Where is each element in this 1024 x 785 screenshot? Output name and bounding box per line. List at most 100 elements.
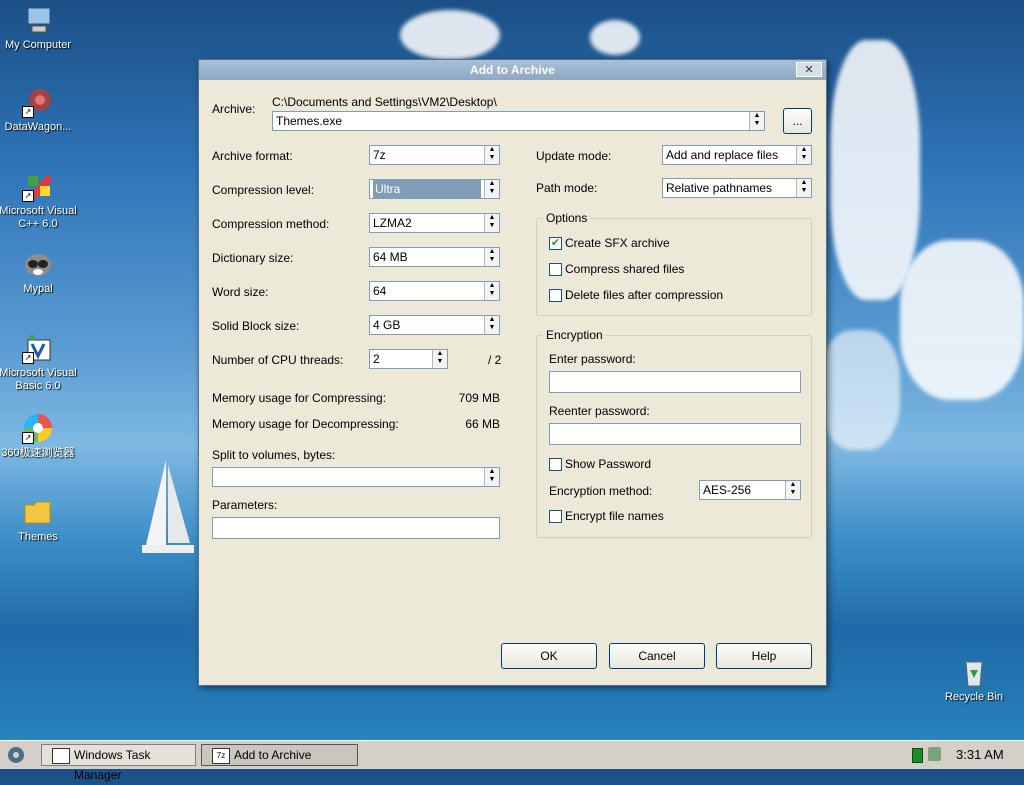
clock: 3:31 AM (956, 747, 1004, 762)
tray-network-icon[interactable] (912, 748, 923, 763)
cpu-threads-value: 2 (373, 352, 380, 366)
memory-decompress-label: Memory usage for Decompressing: (212, 417, 399, 431)
close-button[interactable]: ✕ (796, 62, 822, 77)
encryption-group-title: Encryption (543, 328, 606, 342)
path-mode-combo[interactable]: Relative pathnames ▲ ▼ (662, 178, 812, 198)
spin-arrows-icon[interactable]: ▲ ▼ (749, 112, 764, 130)
compress-shared-checkbox[interactable] (549, 263, 562, 276)
path-mode-value: Relative pathnames (666, 181, 773, 195)
archive-format-label: Archive format: (212, 149, 293, 163)
create-sfx-label: Create SFX archive (565, 236, 670, 250)
encrypt-names-label: Encrypt file names (565, 509, 664, 523)
recycle-bin-icon (958, 656, 990, 688)
compression-level-label: Compression level: (212, 183, 315, 197)
cpu-threads-combo[interactable]: 2 ▲ ▼ (369, 349, 448, 369)
task-add-to-archive[interactable]: 7z Add to Archive (201, 744, 358, 766)
delete-after-checkbox[interactable] (549, 289, 562, 302)
compression-method-value: LZMA2 (373, 216, 412, 230)
cpu-threads-label: Number of CPU threads: (212, 353, 344, 367)
compression-level-value: Ultra (373, 180, 481, 198)
shortcut-arrow-icon: ↗ (22, 352, 34, 364)
enter-password-label: Enter password: (549, 352, 636, 366)
path-mode-label: Path mode: (536, 181, 598, 195)
spin-arrows-icon[interactable]: ▲ ▼ (484, 468, 499, 486)
compression-level-combo[interactable]: Ultra ▲ ▼ (369, 179, 500, 199)
start-button[interactable] (6, 745, 26, 765)
show-password-checkbox[interactable] (549, 458, 562, 471)
browser-360-icon: ↗ (22, 412, 54, 444)
help-button[interactable]: Help (716, 643, 812, 669)
desktop-icon-360-browser[interactable]: ↗ 360极速浏览器 (0, 412, 78, 460)
desktop-icon-recycle-bin[interactable]: Recycle Bin (934, 656, 1014, 704)
desktop-icon-visual-cpp[interactable]: ↗ Microsoft Visual C++ 6.0 (0, 170, 78, 231)
compression-method-label: Compression method: (212, 217, 330, 231)
memory-compress-label: Memory usage for Compressing: (212, 391, 387, 405)
archive-format-combo[interactable]: 7z ▲ ▼ (369, 145, 500, 165)
archive-name-value: Themes.exe (276, 114, 343, 128)
desktop-icon-datawagon[interactable]: ↗ DataWagon... (0, 86, 78, 134)
encryption-method-value: AES-256 (703, 483, 752, 497)
solid-block-size-combo[interactable]: 4 GB ▲ ▼ (369, 315, 500, 335)
task-manager-icon (52, 748, 70, 764)
desktop-icon-label: 360极速浏览器 (1, 447, 75, 459)
word-size-combo[interactable]: 64 ▲ ▼ (369, 281, 500, 301)
dialog-titlebar[interactable]: Add to Archive ✕ (199, 60, 826, 80)
reenter-password-input[interactable] (549, 423, 801, 445)
archive-format-value: 7z (373, 148, 386, 162)
spin-arrows-icon[interactable]: ▲ ▼ (484, 146, 499, 164)
desktop-icon-mypal[interactable]: Mypal (0, 248, 78, 296)
tray-safely-remove-icon[interactable] (928, 747, 941, 761)
folder-icon (22, 496, 54, 528)
enter-password-input[interactable] (549, 371, 801, 393)
spin-arrows-icon[interactable]: ▲ ▼ (796, 146, 811, 164)
cancel-button[interactable]: Cancel (609, 643, 705, 669)
help-button-label: Help (751, 649, 777, 663)
spin-arrows-icon[interactable]: ▲ ▼ (484, 282, 499, 300)
spin-arrows-icon[interactable]: ▲ ▼ (796, 179, 811, 197)
archive-name-combo[interactable]: Themes.exe ▲ ▼ (272, 111, 765, 131)
visual-basic-icon: ↗ (22, 332, 54, 364)
split-volumes-combo[interactable]: ▲ ▼ (212, 467, 500, 487)
task-label: Add to Archive (234, 748, 312, 762)
browse-button[interactable]: ... (783, 108, 812, 134)
solid-block-size-label: Solid Block size: (212, 319, 300, 333)
parameters-input[interactable] (212, 517, 500, 539)
compression-method-combo[interactable]: LZMA2 ▲ ▼ (369, 213, 500, 233)
desktop-icon-themes[interactable]: Themes (0, 496, 78, 544)
create-sfx-checkbox[interactable]: ✔ (549, 237, 562, 250)
update-mode-combo[interactable]: Add and replace files ▲ ▼ (662, 145, 812, 165)
compress-shared-label: Compress shared files (565, 262, 685, 276)
solid-block-size-value: 4 GB (373, 318, 401, 332)
desktop-icon-visual-basic[interactable]: ↗ Microsoft Visual Basic 6.0 (0, 332, 78, 393)
spin-arrows-icon[interactable]: ▲ ▼ (484, 248, 499, 266)
memory-compress-value: 709 MB (458, 391, 500, 405)
spin-arrows-icon[interactable]: ▲ ▼ (484, 180, 499, 198)
cpu-threads-max: / 2 (488, 353, 502, 367)
options-group-title: Options (543, 211, 591, 225)
update-mode-label: Update mode: (536, 149, 612, 163)
parameters-label: Parameters: (212, 498, 278, 512)
spin-arrows-icon[interactable]: ▲ ▼ (785, 481, 800, 499)
close-icon: ✕ (804, 64, 814, 76)
computer-icon (22, 4, 54, 36)
spin-arrows-icon[interactable]: ▲ ▼ (484, 316, 499, 334)
desktop-icon-label: Mypal (23, 283, 53, 295)
desktop-icon-label: Recycle Bin (944, 691, 1004, 703)
task-windows-task-manager[interactable]: Windows Task Manager (41, 744, 196, 782)
delete-after-label: Delete files after compression (565, 288, 724, 302)
browse-button-label: ... (792, 114, 803, 128)
task-label: Windows Task Manager (74, 748, 151, 782)
cancel-button-label: Cancel (638, 649, 676, 663)
dictionary-size-value: 64 MB (373, 250, 408, 264)
7zip-icon: 7z (212, 748, 230, 764)
desktop-icon-my-computer[interactable]: My Computer (0, 4, 78, 52)
encrypt-names-checkbox[interactable] (549, 510, 562, 523)
dictionary-size-combo[interactable]: 64 MB ▲ ▼ (369, 247, 500, 267)
spin-arrows-icon[interactable]: ▲ ▼ (432, 350, 447, 368)
datawagon-icon: ↗ (22, 86, 54, 118)
show-password-label: Show Password (565, 457, 652, 471)
encryption-method-combo[interactable]: AES-256 ▲ ▼ (699, 480, 801, 500)
add-to-archive-dialog: Add to Archive ✕ Archive: C:\Documents a… (198, 59, 827, 686)
spin-arrows-icon[interactable]: ▲ ▼ (484, 214, 499, 232)
ok-button[interactable]: OK (501, 643, 597, 669)
